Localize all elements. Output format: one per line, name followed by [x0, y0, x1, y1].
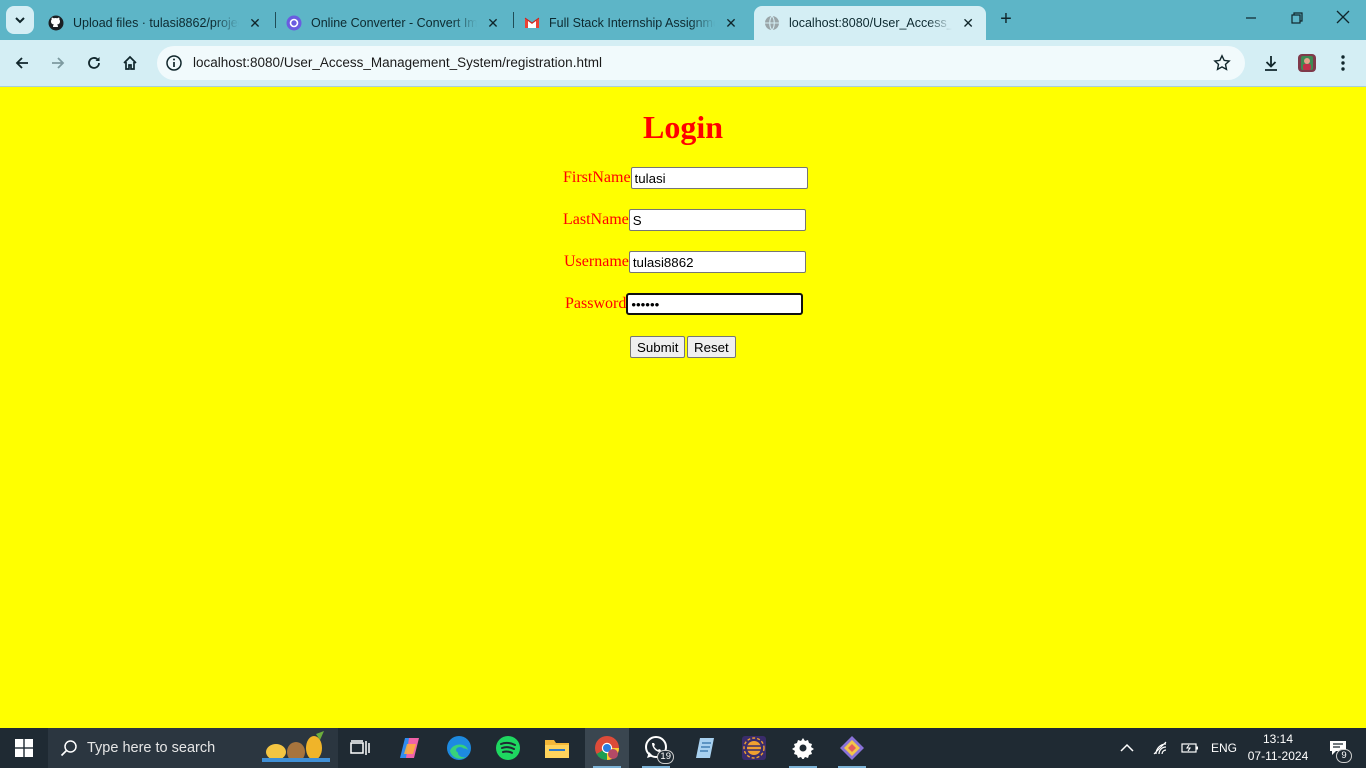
copilot-icon	[400, 738, 419, 758]
file-explorer-button[interactable]	[535, 728, 579, 768]
username-label: Username	[564, 253, 629, 270]
password-label: Password	[565, 295, 627, 312]
notepad-icon	[696, 738, 714, 758]
profile-avatar[interactable]	[1295, 51, 1319, 75]
gear-icon	[792, 738, 814, 759]
lastname-row: LastName	[563, 209, 806, 231]
chevron-up-icon	[1120, 743, 1134, 752]
notifications-button[interactable]: 9	[1318, 728, 1358, 768]
spotify-icon	[496, 736, 520, 760]
close-icon[interactable]: ✕	[723, 15, 739, 31]
whatsapp-button[interactable]: 19	[634, 728, 678, 768]
clock-time: 13:14	[1262, 732, 1294, 746]
spotify-button[interactable]	[486, 728, 530, 768]
search-highlight-image	[262, 731, 330, 762]
task-view-icon	[350, 740, 370, 755]
close-icon[interactable]: ✕	[247, 15, 263, 31]
minimize-icon[interactable]	[1239, 8, 1263, 32]
submit-button[interactable]: Submit	[630, 336, 686, 358]
tab-title: localhost:8080/User_Access_Management	[789, 16, 953, 30]
chrome-icon	[595, 736, 619, 760]
globe-icon	[764, 15, 780, 31]
windows-logo-icon	[15, 739, 33, 757]
arrow-right-icon	[52, 57, 65, 69]
lastname-input[interactable]	[628, 209, 806, 231]
reload-button[interactable]	[81, 50, 107, 76]
password-input[interactable]	[626, 293, 804, 315]
tab-github[interactable]: Upload files · tulasi8862/projects ✕	[38, 6, 274, 40]
taskbar-search[interactable]: Type here to search	[48, 728, 338, 768]
gmail-icon	[524, 15, 540, 31]
windows-taskbar: Type here to search 19 ENG 13:14 07-11-2…	[0, 728, 1366, 768]
tab-title: Upload files · tulasi8862/projects	[73, 16, 239, 30]
notification-badge: 9	[1336, 749, 1352, 763]
page-title: Login	[642, 109, 724, 145]
address-url[interactable]: localhost:8080/User_Access_Management_Sy…	[193, 55, 602, 70]
eclipse-ide-icon	[742, 736, 766, 760]
tab-localhost[interactable]: localhost:8080/User_Access_Management ✕	[754, 6, 986, 40]
wifi-icon	[1153, 741, 1167, 755]
firstname-label: FirstName	[563, 169, 631, 186]
tab-search-button[interactable]	[6, 6, 34, 34]
site-info-icon[interactable]	[165, 54, 183, 72]
tab-gmail[interactable]: Full Stack Internship Assignment ✕	[514, 6, 750, 40]
battery-icon	[1181, 743, 1198, 753]
copilot-button[interactable]	[388, 728, 432, 768]
username-row: Username	[564, 251, 806, 273]
downloads-button[interactable]	[1259, 51, 1283, 75]
app-button[interactable]	[830, 728, 874, 768]
folder-icon	[545, 740, 569, 758]
reload-icon	[88, 57, 100, 69]
edge-icon	[447, 736, 471, 760]
close-icon[interactable]: ✕	[960, 15, 976, 31]
password-row: Password	[565, 293, 804, 315]
eclipse-button[interactable]	[732, 728, 776, 768]
whatsapp-badge: 19	[657, 750, 674, 764]
settings-button[interactable]	[781, 728, 825, 768]
network-button[interactable]	[1148, 728, 1174, 768]
address-bar[interactable]: localhost:8080/User_Access_Management_Sy…	[157, 46, 1245, 80]
tab-online-converter[interactable]: Online Converter - Convert Image ✕	[276, 6, 512, 40]
converter-icon	[286, 15, 302, 31]
github-icon	[48, 15, 64, 31]
system-clock[interactable]: 13:14 07-11-2024	[1243, 731, 1313, 765]
avatar-icon	[1298, 54, 1316, 72]
browser-toolbar: localhost:8080/User_Access_Management_Sy…	[0, 40, 1366, 87]
home-button[interactable]	[117, 50, 143, 76]
chevron-down-icon	[15, 17, 25, 24]
diamond-app-icon	[840, 736, 864, 760]
download-icon	[1265, 56, 1277, 71]
firstname-row: FirstName	[563, 167, 808, 189]
clock-date: 07-11-2024	[1247, 749, 1309, 763]
show-hidden-icons-button[interactable]	[1113, 728, 1141, 768]
edge-button[interactable]	[437, 728, 481, 768]
reset-button[interactable]: Reset	[687, 336, 736, 358]
arrow-left-icon	[15, 57, 28, 69]
page-content: Login FirstName LastName Username Passwo…	[0, 87, 1366, 728]
menu-button[interactable]	[1331, 51, 1355, 75]
search-placeholder: Type here to search	[87, 740, 216, 756]
task-view-button[interactable]	[338, 728, 382, 768]
forward-button[interactable]	[45, 50, 71, 76]
search-icon	[60, 740, 77, 757]
back-button[interactable]	[9, 50, 35, 76]
chrome-button[interactable]	[585, 728, 629, 768]
battery-button[interactable]	[1177, 728, 1203, 768]
bookmark-star-icon[interactable]	[1213, 54, 1231, 72]
start-button[interactable]	[0, 728, 48, 768]
tab-title: Online Converter - Convert Image	[311, 16, 477, 30]
new-tab-button[interactable]: +	[994, 8, 1018, 32]
username-input[interactable]	[628, 251, 806, 273]
tab-title: Full Stack Internship Assignment	[549, 16, 715, 30]
firstname-input[interactable]	[630, 167, 808, 189]
more-vert-icon	[1341, 55, 1345, 71]
restore-icon[interactable]	[1285, 8, 1309, 32]
language-indicator[interactable]: ENG	[1207, 728, 1241, 768]
window-close-icon[interactable]	[1331, 8, 1355, 32]
home-icon	[123, 55, 137, 70]
close-icon[interactable]: ✕	[485, 15, 501, 31]
lastname-label: LastName	[563, 211, 629, 228]
tab-strip: Upload files · tulasi8862/projects ✕ Onl…	[0, 0, 1366, 40]
notepad-button[interactable]	[683, 728, 727, 768]
